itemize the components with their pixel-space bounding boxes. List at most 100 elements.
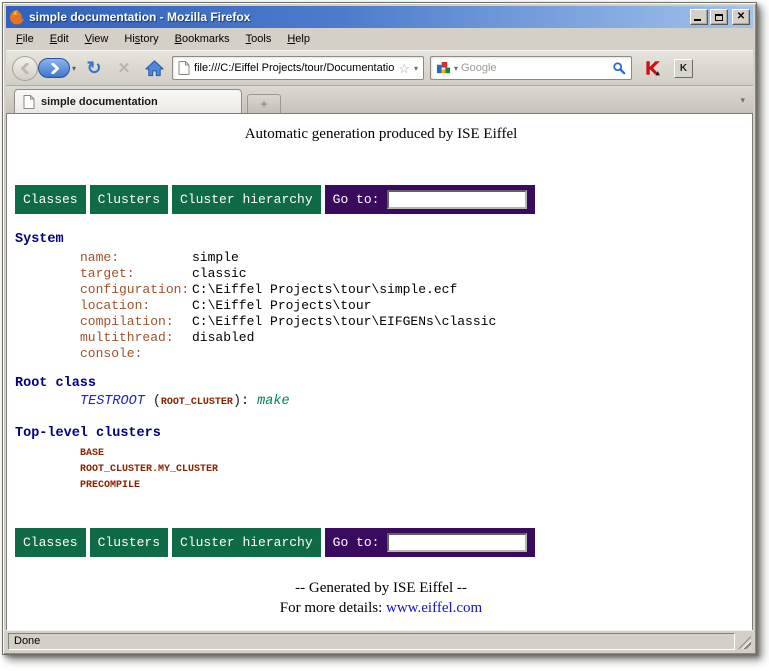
row-value: classic xyxy=(192,266,496,282)
status-text: Done xyxy=(14,635,40,647)
minimize-button[interactable] xyxy=(690,9,708,25)
page-content: Automatic generation produced by ISE Eif… xyxy=(6,113,753,630)
menu-view[interactable]: View xyxy=(77,30,117,48)
classes-button-bottom[interactable]: Classes xyxy=(15,528,86,557)
cluster-list: BASE ROOT_CLUSTER.MY_CLUSTER PRECOMPILE xyxy=(80,446,752,494)
tab-simple-documentation[interactable]: simple documentation xyxy=(14,89,242,113)
window-title: simple documentation - Mozilla Firefox xyxy=(29,10,690,24)
creation-feature-link[interactable]: make xyxy=(257,394,289,409)
row-value: simple xyxy=(192,250,496,266)
root-class-line: TESTROOT (ROOT_CLUSTER): make xyxy=(80,394,752,411)
status-bar: Done xyxy=(6,630,753,651)
close-button[interactable]: ✕ xyxy=(732,9,750,25)
menu-history[interactable]: History xyxy=(116,30,166,48)
cluster-link-root-cluster-my-cluster[interactable]: ROOT_CLUSTER.MY_CLUSTER xyxy=(80,462,752,478)
home-icon xyxy=(145,60,164,77)
k-toolbar-button[interactable]: K xyxy=(674,59,693,78)
reload-button[interactable]: ↻ xyxy=(82,58,106,79)
row-label: multithread: xyxy=(80,330,192,346)
minimize-icon xyxy=(694,19,701,21)
footer-details-line: For more details: www.eiffel.com xyxy=(10,600,752,617)
home-button[interactable] xyxy=(142,60,166,77)
eiffel-com-link[interactable]: www.eiffel.com xyxy=(386,600,482,616)
table-row: console: xyxy=(80,346,496,362)
row-label: compilation: xyxy=(80,314,192,330)
table-row: configuration:C:\Eiffel Projects\tour\si… xyxy=(80,282,496,298)
bookmark-star-icon[interactable]: ☆ xyxy=(398,62,410,75)
menu-help[interactable]: Help xyxy=(279,30,318,48)
goto-label: Go to: xyxy=(333,192,380,207)
location-bar: ☆ ▾ xyxy=(172,56,424,80)
menu-tools[interactable]: Tools xyxy=(238,30,280,48)
forward-arrow-icon xyxy=(49,63,60,74)
navigation-toolbar: ▾ ↻ ✕ ☆ ▾ xyxy=(6,50,753,86)
page-icon xyxy=(23,95,35,109)
system-heading: System xyxy=(15,232,752,247)
clusters-button-bottom[interactable]: Clusters xyxy=(90,528,168,557)
tab-bar: simple documentation + ▾ xyxy=(6,86,753,113)
url-dropdown-icon[interactable]: ▾ xyxy=(414,64,418,73)
goto-box: Go to: xyxy=(325,185,536,214)
menu-bookmarks[interactable]: Bookmarks xyxy=(167,30,238,48)
row-label: configuration: xyxy=(80,282,192,298)
goto-box-bottom: Go to: xyxy=(325,528,536,557)
history-dropdown-icon[interactable]: ▾ xyxy=(72,64,76,73)
close-icon: ✕ xyxy=(737,12,745,22)
row-value: C:\Eiffel Projects\tour\EIFGENs\classic xyxy=(192,314,496,330)
row-value: disabled xyxy=(192,330,496,346)
menu-file[interactable]: File xyxy=(8,30,42,48)
page-header: Automatic generation produced by ISE Eif… xyxy=(10,126,752,143)
new-tab-button[interactable]: + xyxy=(247,94,281,113)
forward-button[interactable] xyxy=(38,58,70,78)
menu-edit[interactable]: Edit xyxy=(42,30,77,48)
tab-list-dropdown-icon[interactable]: ▾ xyxy=(740,95,745,106)
goto-input-bottom[interactable] xyxy=(387,533,527,552)
cluster-link-precompile[interactable]: PRECOMPILE xyxy=(80,478,752,494)
menu-bar: File Edit View History Bookmarks Tools H… xyxy=(6,28,753,50)
stop-button[interactable]: ✕ xyxy=(112,59,136,77)
row-value xyxy=(192,346,496,362)
table-row: target:classic xyxy=(80,266,496,282)
root-class-link[interactable]: TESTROOT xyxy=(80,394,145,409)
row-label: console: xyxy=(80,346,192,362)
kaspersky-icon xyxy=(642,59,662,77)
back-button[interactable] xyxy=(12,56,38,81)
cluster-hierarchy-button-bottom[interactable]: Cluster hierarchy xyxy=(172,528,321,557)
row-label: location: xyxy=(80,298,192,314)
row-label: target: xyxy=(80,266,192,282)
footer-generated-line: -- Generated by ISE Eiffel -- xyxy=(10,580,752,597)
paren-close: ): xyxy=(233,394,249,409)
forward-group: ▾ xyxy=(38,58,76,78)
top-level-clusters-heading: Top-level clusters xyxy=(15,426,752,441)
root-cluster-link[interactable]: ROOT_CLUSTER xyxy=(161,397,233,408)
goto-input-top[interactable] xyxy=(387,190,527,209)
desktop-background: simple documentation - Mozilla Firefox ✕… xyxy=(0,0,769,671)
maximize-button[interactable] xyxy=(710,9,728,25)
browser-window: simple documentation - Mozilla Firefox ✕… xyxy=(2,2,757,655)
doc-nav-row-bottom: Classes Clusters Cluster hierarchy Go to… xyxy=(15,528,752,557)
row-value: C:\Eiffel Projects\tour\simple.ecf xyxy=(192,282,496,298)
classes-button[interactable]: Classes xyxy=(15,185,86,214)
title-bar[interactable]: simple documentation - Mozilla Firefox ✕ xyxy=(6,6,753,28)
table-row: location:C:\Eiffel Projects\tour xyxy=(80,298,496,314)
table-row: name:simple xyxy=(80,250,496,266)
cluster-link-base[interactable]: BASE xyxy=(80,446,752,462)
cluster-hierarchy-button[interactable]: Cluster hierarchy xyxy=(172,185,321,214)
goto-label: Go to: xyxy=(333,535,380,550)
clusters-button[interactable]: Clusters xyxy=(90,185,168,214)
google-icon[interactable] xyxy=(436,61,451,76)
url-input[interactable] xyxy=(194,62,394,74)
back-arrow-icon xyxy=(20,63,31,74)
root-class-heading: Root class xyxy=(15,376,752,391)
table-row: compilation:C:\Eiffel Projects\tour\EIFG… xyxy=(80,314,496,330)
search-input[interactable] xyxy=(461,62,609,74)
row-label: name: xyxy=(80,250,192,266)
table-row: multithread:disabled xyxy=(80,330,496,346)
search-icon[interactable] xyxy=(612,61,626,75)
paren-open: ( xyxy=(153,394,161,409)
maximize-icon xyxy=(715,14,723,21)
system-table: name:simple target:classic configuration… xyxy=(80,250,496,362)
search-bar: ▾ xyxy=(430,56,632,80)
resize-grip-icon[interactable] xyxy=(738,636,751,649)
search-engine-dropdown-icon[interactable]: ▾ xyxy=(454,64,458,73)
